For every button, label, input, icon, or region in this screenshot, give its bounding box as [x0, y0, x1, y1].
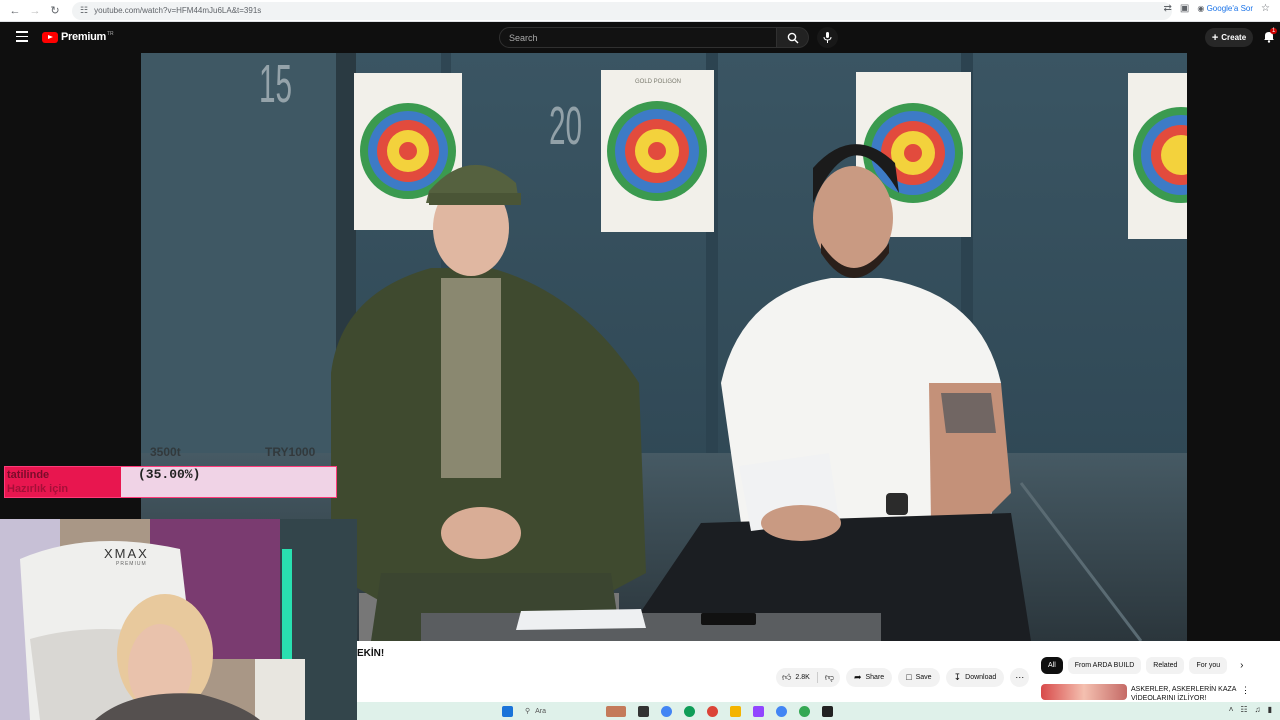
goal-label: tatilinde Hazırlık için: [7, 468, 68, 496]
logo-text: Premium: [61, 31, 106, 43]
logo-country: TR: [106, 31, 114, 37]
target-brand-label: GOLD POLIGON: [634, 79, 681, 85]
menu-icon[interactable]: [16, 31, 28, 43]
taskbar-search[interactable]: ⚲ Ara: [525, 707, 547, 716]
ask-google-button[interactable]: ◉ Google'a Sor: [1197, 4, 1253, 13]
more-vertical-icon[interactable]: ⋮: [1241, 685, 1250, 696]
windows-start-icon[interactable]: [502, 705, 513, 717]
chrome-app-icon[interactable]: [776, 705, 788, 717]
target-4: [1128, 73, 1187, 239]
lens-icon: ◉: [1197, 4, 1205, 13]
more-actions-button[interactable]: ⋯: [1010, 667, 1030, 687]
chevron-right-icon[interactable]: ›: [1240, 660, 1243, 671]
chair-sub: PREMIUM: [116, 561, 147, 567]
obs-icon[interactable]: [822, 705, 834, 717]
like-count[interactable]: 2.8K: [795, 674, 809, 681]
taskbar-search-placeholder: Ara: [535, 707, 547, 715]
streamer-webcam: XMAX PREMIUM: [0, 519, 357, 720]
voice-search-button[interactable]: [817, 27, 838, 48]
download-icon: ↧: [953, 671, 962, 682]
taskbar: ⚲ Ara ˄ ☷ ♫ ▮: [357, 702, 1280, 720]
share-icon: ➦: [853, 671, 862, 682]
battery-icon[interactable]: ▮: [1268, 705, 1272, 714]
search-bar: Search: [499, 27, 838, 48]
bookmark-star-icon[interactable]: ☆: [1261, 3, 1270, 14]
goal-percent: (35.00%): [138, 467, 201, 482]
edge-icon[interactable]: [684, 705, 696, 717]
recommended-title[interactable]: ASKERLER, ASKERLERİN KAZA VİDEOLARINI İZ…: [1131, 685, 1251, 703]
reload-icon[interactable]: ↻: [46, 2, 64, 20]
chrome-alt-icon[interactable]: [799, 705, 811, 717]
ask-google-label: Google'a Sor: [1206, 4, 1254, 13]
donation-prices: 3500t TRY1000: [150, 445, 340, 463]
price-right: TRY1000: [265, 445, 316, 459]
translate-icon[interactable]: ⇄: [1164, 3, 1172, 14]
chip-from-channel[interactable]: From ARDA BUILD: [1067, 657, 1142, 674]
network-icon[interactable]: ☷: [1240, 705, 1247, 714]
chevron-up-icon[interactable]: ˄: [1229, 705, 1234, 714]
system-tray: ˄ ☷ ♫ ▮: [1229, 705, 1272, 714]
recommended-thumbnail[interactable]: [1041, 684, 1127, 700]
volume-icon[interactable]: ♫: [1255, 705, 1261, 714]
video-title: EKİN!: [357, 648, 385, 659]
save-button[interactable]: □ Save: [898, 667, 940, 687]
cast-icon[interactable]: ▣: [1180, 3, 1189, 14]
url-text: youtube.com/watch?v=HFM44mJu6LA&t=391s: [94, 6, 262, 15]
goal-label-line1: tatilinde: [7, 469, 50, 481]
twitch-icon[interactable]: [753, 705, 765, 717]
site-info-icon[interactable]: ☷: [80, 5, 88, 16]
recommended-video[interactable]: ASKERLER, ASKERLERİN KAZA VİDEOLARINI İZ…: [1041, 684, 1280, 704]
chrome-icon[interactable]: [661, 705, 673, 717]
lane-number-20: 20: [549, 96, 583, 156]
save-label: Save: [915, 673, 932, 681]
file-explorer-icon[interactable]: [730, 705, 742, 717]
download-label: Download: [965, 673, 997, 681]
donation-goal-bar: tatilinde Hazırlık için (35.00%): [4, 466, 337, 498]
search-icon: ⚲: [525, 708, 531, 715]
download-button[interactable]: ↧ Download: [945, 667, 1005, 687]
notification-badge: 1: [1270, 28, 1278, 34]
address-bar[interactable]: ☷ youtube.com/watch?v=HFM44mJu6LA&t=391s: [72, 1, 1172, 20]
create-button[interactable]: + Create: [1205, 28, 1253, 47]
search-icon: [787, 32, 798, 43]
chip-for-you[interactable]: For you: [1189, 657, 1228, 674]
thumbs-down-icon[interactable]: 👎︎: [825, 672, 834, 683]
forward-icon[interactable]: →: [26, 2, 44, 20]
address-bar-actions: ⇄ ▣ ◉ Google'a Sor ☆: [1164, 3, 1270, 14]
task-view-icon[interactable]: [638, 705, 650, 717]
search-button[interactable]: [777, 27, 809, 48]
microphone-icon: [823, 32, 832, 43]
chip-related[interactable]: Related: [1146, 657, 1185, 674]
widgets-icon[interactable]: [606, 705, 627, 717]
create-label: Create: [1221, 33, 1247, 42]
browser-toolbar: ← → ↻ ☷ youtube.com/watch?v=HFM44mJu6LA&…: [0, 0, 1280, 22]
related-chips: All From ARDA BUILD Related For you ›: [1041, 657, 1244, 674]
youtube-header: Premium TR Search + Create 1: [0, 22, 1280, 53]
notifications-button[interactable]: 1: [1263, 28, 1278, 44]
target-2: [601, 70, 714, 232]
share-button[interactable]: ➦ Share: [845, 667, 893, 687]
video-actions: 👍︎ 2.8K 👎︎ ➦ Share □ Save ↧ Download ⋯: [776, 667, 1035, 687]
chip-all[interactable]: All: [1041, 657, 1063, 674]
plus-icon: +: [1211, 31, 1219, 44]
playlist-add-icon: □: [906, 672, 912, 682]
more-horizontal-icon: ⋯: [1015, 671, 1025, 682]
thumbs-up-icon[interactable]: 👍︎: [782, 672, 791, 683]
chrome-profile-icon[interactable]: [707, 705, 719, 717]
share-label: Share: [865, 673, 885, 681]
youtube-premium-logo[interactable]: Premium TR: [42, 31, 114, 43]
like-dislike-group: 👍︎ 2.8K 👎︎: [776, 667, 840, 687]
price-left: 3500t: [150, 445, 181, 459]
like-divider: [816, 671, 818, 683]
goal-label-line2: Hazırlık için: [7, 483, 69, 495]
youtube-play-icon: [42, 31, 58, 43]
search-input[interactable]: Search: [499, 27, 777, 48]
back-icon[interactable]: ←: [6, 2, 24, 20]
webcam-frame: [0, 519, 357, 720]
chair-brand: XMAX: [104, 546, 149, 561]
lane-number-15: 15: [259, 54, 293, 114]
